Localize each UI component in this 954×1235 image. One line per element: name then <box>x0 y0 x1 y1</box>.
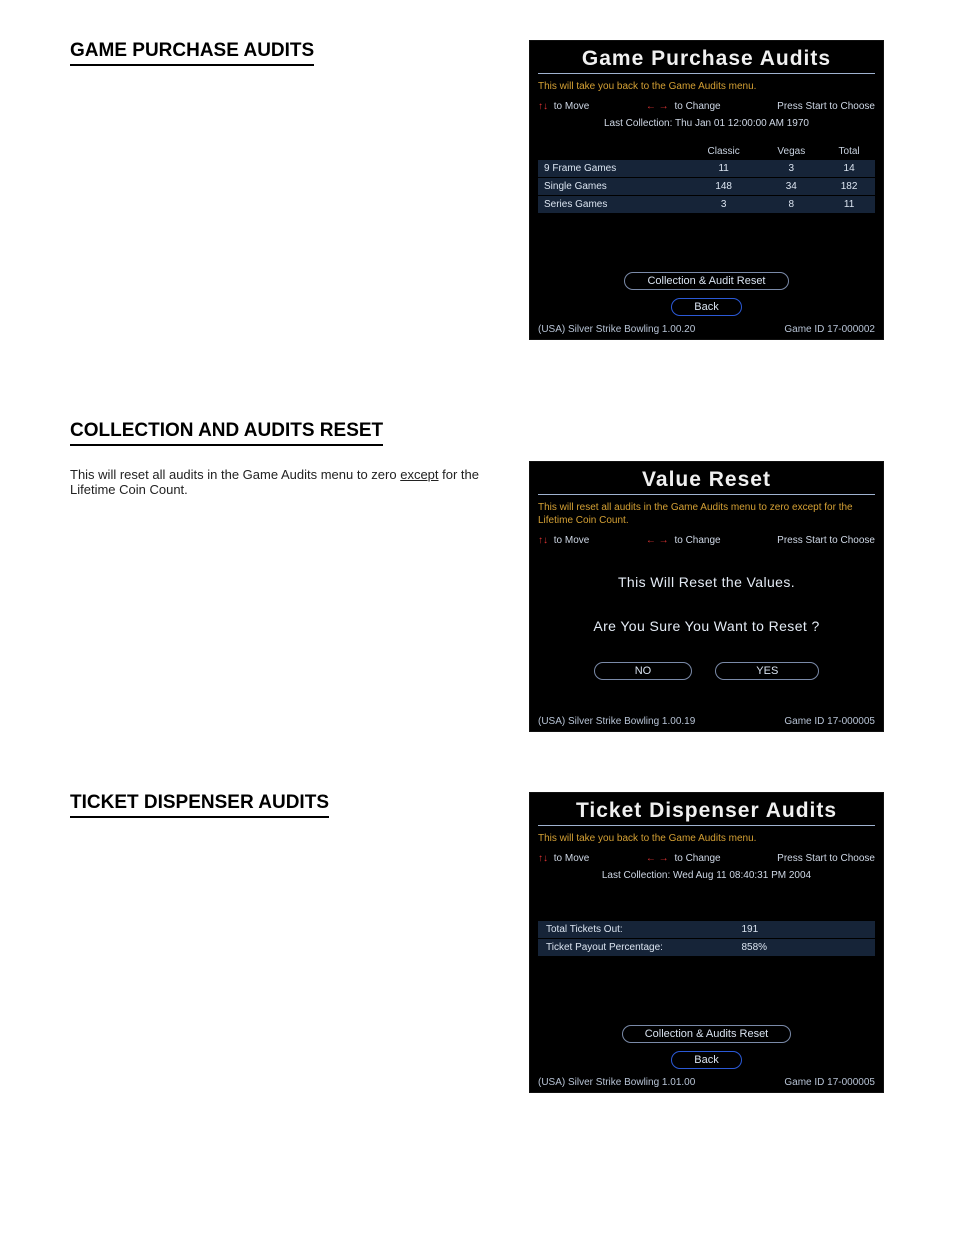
yes-button[interactable]: YES <box>715 662 819 680</box>
table-row: Single Games14834182 <box>538 178 875 196</box>
section-heading-reset: COLLECTION AND AUDITS RESET <box>70 420 383 446</box>
last-collection: Last Collection: Wed Aug 11 08:40:31 PM … <box>538 870 875 881</box>
screen-ticket-dispenser-audits: Ticket Dispenser Audits This will take y… <box>529 792 884 1093</box>
help-text: This will reset all audits in the Game A… <box>538 501 875 527</box>
back-button[interactable]: Back <box>671 298 741 316</box>
table-row: Ticket Payout Percentage:858% <box>538 939 875 957</box>
last-collection: Last Collection: Thu Jan 01 12:00:00 AM … <box>538 118 875 129</box>
table-row: Series Games3811 <box>538 196 875 214</box>
reset-button[interactable]: Collection & Audits Reset <box>622 1025 792 1043</box>
controls-hint: ↑↓ to Move ← → to Change Press Start to … <box>538 101 875 112</box>
reset-message-2: Are You Sure You Want to Reset ? <box>546 618 867 634</box>
section-heading-purchase: GAME PURCHASE AUDITS <box>70 40 314 66</box>
updown-icon: ↑↓ <box>538 101 548 112</box>
leftright-icon: ← → <box>646 101 669 112</box>
back-button[interactable]: Back <box>671 1051 741 1069</box>
footer: (USA) Silver Strike Bowling 1.00.19 Game… <box>538 716 875 727</box>
screen-game-purchase-audits: Game Purchase Audits This will take you … <box>529 40 884 340</box>
leftright-icon: ← → <box>646 853 669 864</box>
controls-hint: ↑↓ to Move ← → to Change Press Start to … <box>538 535 875 546</box>
updown-icon: ↑↓ <box>538 853 548 864</box>
no-button[interactable]: NO <box>594 662 693 680</box>
reset-message-1: This Will Reset the Values. <box>546 574 867 590</box>
footer: (USA) Silver Strike Bowling 1.00.20 Game… <box>538 324 875 335</box>
table-row: 9 Frame Games11314 <box>538 160 875 178</box>
help-text: This will take you back to the Game Audi… <box>538 80 875 93</box>
help-text: This will take you back to the Game Audi… <box>538 832 875 845</box>
reset-button[interactable]: Collection & Audit Reset <box>624 272 788 290</box>
section-heading-ticket: TICKET DISPENSER AUDITS <box>70 792 329 818</box>
table-row: Total Tickets Out:191 <box>538 921 875 939</box>
controls-hint: ↑↓ to Move ← → to Change Press Start to … <box>538 853 875 864</box>
screen-title: Ticket Dispenser Audits <box>538 799 875 826</box>
screen-title: Value Reset <box>538 468 875 495</box>
leftright-icon: ← → <box>646 535 669 546</box>
footer: (USA) Silver Strike Bowling 1.01.00 Game… <box>538 1077 875 1088</box>
ticket-table: Total Tickets Out:191 Ticket Payout Perc… <box>538 921 875 957</box>
screen-title: Game Purchase Audits <box>538 47 875 74</box>
screen-value-reset: Value Reset This will reset all audits i… <box>529 461 884 732</box>
purchase-table: Classic Vegas Total 9 Frame Games11314 S… <box>538 143 875 214</box>
updown-icon: ↑↓ <box>538 535 548 546</box>
